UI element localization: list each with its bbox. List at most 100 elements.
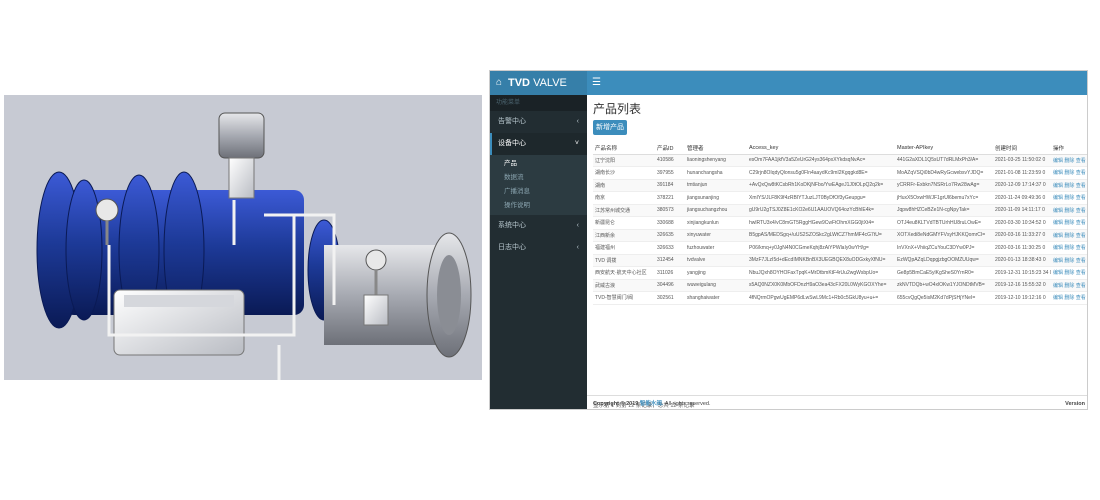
row-actions[interactable]: 编辑 删除 查看 (1051, 154, 1087, 167)
row-actions[interactable]: 编辑 删除 查看 (1051, 291, 1087, 305)
tvd-valve-admin-window: ⌂ TVD VALVE ☰ 功能菜单 告警中心 ‹ 设备中心 ˅ 产品 数据流 … (489, 70, 1088, 410)
sidebar-item-label: 日志中心 (498, 244, 526, 251)
sidebar-subitem-instructions[interactable]: 操作说明 (490, 199, 587, 213)
table-cell: 2019-12-16 15:55:32 0 (993, 279, 1051, 292)
sidebar-subitem-broadcast[interactable]: 广播消息 (490, 185, 587, 199)
sidebar-item-system-center[interactable]: 系统中心 ‹ (490, 215, 587, 237)
product-table: 产品名称 产品ID 管理者 Access_key Master-APIkey 创… (593, 142, 1087, 305)
row-actions[interactable]: 编辑 删除 查看 (1051, 179, 1087, 192)
row-actions[interactable]: 编辑 删除 查看 (1051, 216, 1087, 230)
table-cell: 湖南长沙 (593, 166, 655, 180)
valve-render-svg (36, 112, 472, 380)
table-cell: 2019-12-10 19:12:16 0 (993, 291, 1051, 305)
table-cell: 311026 (655, 266, 685, 280)
table-cell: 2019-12-31 10:15:23 34 0 (993, 266, 1051, 280)
table-cell: 397955 (655, 166, 685, 180)
chevron-left-icon: ‹ (576, 244, 579, 251)
table-cell: MoAZqVSQi0bD4wRyGcwebsvYJDQ= (895, 166, 993, 180)
table-cell: 2020-11-09 14:11:17 0 (993, 204, 1051, 217)
row-actions[interactable]: 编辑 删除 查看 (1051, 279, 1087, 292)
table-cell: 江苏常州城交通 (593, 204, 655, 217)
table-cell: liaoningshenyang (685, 154, 747, 167)
column-header[interactable]: Access_key (747, 142, 895, 155)
brand-logo[interactable]: ⌂ TVD VALVE (490, 71, 587, 95)
sidebar-header: 功能菜单 (490, 95, 587, 111)
table-cell: tvdvalve (685, 254, 747, 267)
row-actions[interactable]: 编辑 删除 查看 (1051, 254, 1087, 267)
table-cell: 378221 (655, 191, 685, 205)
table-cell: 2021-01-08 11:23:59 0 (993, 166, 1051, 180)
sidebar-submenu: 产品 数据流 广播消息 操作说明 (490, 155, 587, 215)
sidebar-item-alarm-center[interactable]: 告警中心 ‹ (490, 111, 587, 133)
table-cell: 3MzF7JLzI5d+dEcdIMNKBnBX3UEGBQEX8uODGxky… (747, 254, 895, 267)
table-cell: C29rjn8OIqdyQlonsu5g0Fln4aaydKc9mI2Kgqgk… (747, 166, 895, 180)
row-actions[interactable]: 编辑 删除 查看 (1051, 204, 1087, 217)
copyright-text: Copyright © 2019 (593, 401, 639, 407)
table-cell: yangjing (685, 266, 747, 280)
column-header[interactable]: 管理者 (685, 142, 747, 155)
menu-icon[interactable]: ☰ (592, 71, 601, 95)
sidebar-item-device-center[interactable]: 设备中心 ˅ (490, 133, 587, 155)
sidebar-item-label: 系统中心 (498, 222, 526, 229)
row-actions[interactable]: 编辑 删除 查看 (1051, 166, 1087, 180)
sidebar-item-log-center[interactable]: 日志中心 ‹ (490, 237, 587, 259)
table-cell: shanghaiwater (685, 291, 747, 305)
company-link[interactable]: 智能水阀. (640, 401, 664, 407)
table-header-row: 产品名称 产品ID 管理者 Access_key Master-APIkey 创… (593, 142, 1087, 155)
valve-product-image (4, 95, 482, 380)
home-icon: ⌂ (496, 77, 503, 88)
table-row: TVD 调拨 312454 tvdvalve 3MzF7JLzI5d+dEcdIMNK… (593, 254, 1087, 267)
table-cell: XOTXedi8eNdGMYFVsyHJKKQomrCI= (895, 229, 993, 242)
table-cell: 武威古浪 (593, 279, 655, 292)
table-cell: 330688 (655, 216, 685, 230)
table-cell: 391184 (655, 179, 685, 192)
row-actions[interactable]: 编辑 删除 查看 (1051, 229, 1087, 242)
table-row: 西安航天·航天中心社区 311026 yangjing NbuJQxh8OYHOFax… (593, 266, 1087, 280)
column-header: 操作 (1051, 142, 1087, 155)
table-row: 江苏常州城交通 380573 jiangsuchangzhou gU9rU2gTSJ0… (593, 204, 1087, 217)
row-actions[interactable]: 编辑 删除 查看 (1051, 266, 1087, 280)
table-cell: 4fNQrmOPgwUgEMP6dLwSwL9Mc1+Rb0c5GkU8yu+u… (747, 291, 895, 305)
table-cell: TVD-智慧阀门/阀 (593, 291, 655, 305)
main-content: 产品列表 新增产品 产品名称 产品ID 管理者 Access_key Maste… (587, 95, 1087, 409)
table-cell: 新疆昆仑 (593, 216, 655, 230)
column-header[interactable]: 创建时间 (993, 142, 1051, 155)
chevron-left-icon: ‹ (576, 222, 579, 229)
table-cell: 326633 (655, 241, 685, 255)
table-cell: 326635 (655, 229, 685, 242)
column-header[interactable]: 产品ID (655, 142, 685, 155)
sidebar-subitem-data-streams[interactable]: 数据流 (490, 171, 587, 185)
table-cell: wuweigulang (685, 279, 747, 292)
table-cell: InVXnX+VhiiqZCuYouC3DYw0PJ= (895, 241, 993, 255)
table-cell: jiangsunanjing (685, 191, 747, 205)
table-cell: OTJ4eu8KLTVdTBTUrhHU8ruLOwE= (895, 216, 993, 230)
add-product-button[interactable]: 新增产品 (593, 120, 627, 135)
top-navbar: ⌂ TVD VALVE ☰ (490, 71, 1087, 95)
row-actions[interactable]: 编辑 删除 查看 (1051, 241, 1087, 255)
table-cell: esOm7FAA1jkfV3a5ZeUrG24ys364pxXYkdsqNvAc… (747, 154, 895, 167)
table-cell: 655cvQgQe5isM2Kd7dPjSHjYNeI= (895, 291, 993, 305)
table-cell: 2020-01-13 18:38:43 0 (993, 254, 1051, 267)
table-cell: P06/kmq+y0JgN4N0CGmeKqhj8zAiYPWlaIy0wYH/… (747, 241, 895, 255)
table-row: 武威古浪 304496 wuweigulang s5AQ0NZX0K0MbOFDnzH… (593, 279, 1087, 292)
table-cell: xinjiangkunlun (685, 216, 747, 230)
sidebar-item-label: 设备中心 (498, 140, 526, 147)
table-cell: 辽宁沈阳 (593, 154, 655, 167)
table-row: 湖南长沙 397955 hunanchangsha C29rjn8OIqdyQlons… (593, 166, 1087, 180)
table-row: 江西新余 326635 xinyuwater B5gpAS/MEDSgq+/uUS2S… (593, 229, 1087, 242)
column-header[interactable]: 产品名称 (593, 142, 655, 155)
table-cell: hwlRTU3x4/vC8mGT5RggHGew9CwFtOhmXGG0jtXt… (747, 216, 895, 230)
table-row: 湖南 391184 tmtianjun +AvQxQw8tKCsbRh1KoDKjNF… (593, 179, 1087, 192)
table-cell: EzWQpAZqLDqpgjzbgOOMZUUqw= (895, 254, 993, 267)
table-cell: 西安航天·航天中心社区 (593, 266, 655, 280)
table-cell: 304496 (655, 279, 685, 292)
brand-name: TVD (508, 77, 530, 89)
table-cell: 410586 (655, 154, 685, 167)
row-actions[interactable]: 编辑 删除 查看 (1051, 191, 1087, 205)
sidebar-subitem-products[interactable]: 产品 (490, 157, 587, 171)
chevron-left-icon: ‹ (576, 118, 579, 125)
table-cell: Jqpw8hHZCeBZe1N-cgNpyTak= (895, 204, 993, 217)
table-cell: 441G2aXDL1Q5sUT7dRLMxPh3/A= (895, 154, 993, 167)
sidebar-item-label: 告警中心 (498, 118, 526, 125)
column-header[interactable]: Master-APIkey (895, 142, 993, 155)
